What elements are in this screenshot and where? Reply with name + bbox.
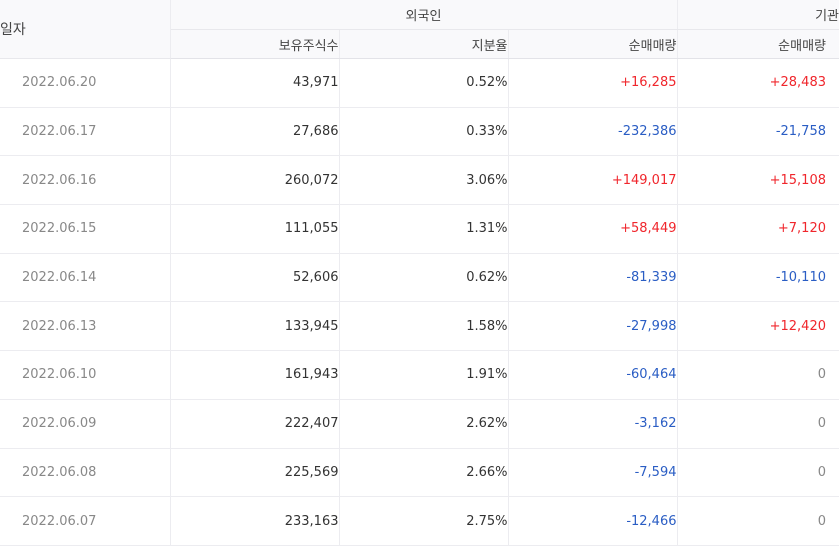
holdings-cell: 225,569 <box>170 448 340 498</box>
foreign-net-cell: -3,162 <box>508 399 678 449</box>
holdings-cell: 233,163 <box>170 496 340 546</box>
ratio-cell: 1.91% <box>339 350 509 400</box>
ratio-cell: 0.52% <box>339 58 509 108</box>
date-cell: 2022.06.09 <box>0 399 171 449</box>
institution-net-cell: 0 <box>677 496 839 546</box>
table-row: 2022.06.09 222,407 2.62% -3,162 0 <box>0 399 839 449</box>
holdings-cell: 43,971 <box>170 58 340 108</box>
date-cell: 2022.06.16 <box>0 155 171 206</box>
table-row: 2022.06.10 161,943 1.91% -60,464 0 <box>0 350 839 400</box>
investor-trading-table: 일자 외국인 기관 보유주식수 지분율 순매매량 순매매량 2022.06.20… <box>0 0 839 546</box>
institution-net-cell: +28,483 <box>677 58 839 108</box>
ratio-cell: 2.62% <box>339 399 509 449</box>
institution-net-cell: +7,120 <box>677 204 839 254</box>
foreign-net-cell: -232,386 <box>508 107 678 157</box>
ratio-cell: 0.33% <box>339 107 509 157</box>
date-column-header: 일자 <box>0 0 171 59</box>
table-body: 2022.06.20 43,971 0.52% +16,285 +28,483 2022.… <box>0 58 839 546</box>
table-row: 2022.06.07 233,163 2.75% -12,466 0 <box>0 496 839 546</box>
ratio-column-header: 지분율 <box>339 29 509 59</box>
foreign-net-cell: -81,339 <box>508 253 678 303</box>
holdings-cell: 52,606 <box>170 253 340 303</box>
table-row: 2022.06.17 27,686 0.33% -232,386 -21,758 <box>0 107 839 157</box>
institution-net-cell: +12,420 <box>677 301 839 352</box>
holdings-column-header: 보유주식수 <box>170 29 340 59</box>
holdings-cell: 133,945 <box>170 301 340 352</box>
date-cell: 2022.06.15 <box>0 204 171 254</box>
ratio-cell: 2.75% <box>339 496 509 546</box>
foreign-net-cell: -12,466 <box>508 496 678 546</box>
foreign-net-cell: +16,285 <box>508 58 678 108</box>
institution-net-cell: -21,758 <box>677 107 839 157</box>
foreign-net-column-header: 순매매량 <box>508 29 678 59</box>
foreign-group-header: 외국인 <box>170 0 678 30</box>
ratio-cell: 1.31% <box>339 204 509 254</box>
table-row: 2022.06.08 225,569 2.66% -7,594 0 <box>0 448 839 498</box>
table-row: 2022.06.16 260,072 3.06% +149,017 +15,108 <box>0 155 839 206</box>
foreign-net-cell: -7,594 <box>508 448 678 498</box>
date-cell: 2022.06.13 <box>0 301 171 352</box>
foreign-net-cell: -60,464 <box>508 350 678 400</box>
table-row: 2022.06.15 111,055 1.31% +58,449 +7,120 <box>0 204 839 254</box>
date-cell: 2022.06.07 <box>0 496 171 546</box>
date-cell: 2022.06.14 <box>0 253 171 303</box>
table-row: 2022.06.20 43,971 0.52% +16,285 +28,483 <box>0 58 839 108</box>
ratio-cell: 3.06% <box>339 155 509 206</box>
ratio-cell: 2.66% <box>339 448 509 498</box>
institution-net-cell: 0 <box>677 448 839 498</box>
holdings-cell: 161,943 <box>170 350 340 400</box>
institution-net-cell: -10,110 <box>677 253 839 303</box>
holdings-cell: 260,072 <box>170 155 340 206</box>
holdings-cell: 222,407 <box>170 399 340 449</box>
holdings-cell: 111,055 <box>170 204 340 254</box>
institution-net-cell: +15,108 <box>677 155 839 206</box>
date-cell: 2022.06.17 <box>0 107 171 157</box>
holdings-cell: 27,686 <box>170 107 340 157</box>
ratio-cell: 0.62% <box>339 253 509 303</box>
header-group-row: 일자 외국인 기관 <box>0 0 839 59</box>
date-cell: 2022.06.10 <box>0 350 171 400</box>
date-cell: 2022.06.20 <box>0 58 171 108</box>
institution-net-cell: 0 <box>677 350 839 400</box>
foreign-net-cell: -27,998 <box>508 301 678 352</box>
institution-net-cell: 0 <box>677 399 839 449</box>
table-row: 2022.06.14 52,606 0.62% -81,339 -10,110 <box>0 253 839 303</box>
date-cell: 2022.06.08 <box>0 448 171 498</box>
foreign-net-cell: +149,017 <box>508 155 678 206</box>
table-row: 2022.06.13 133,945 1.58% -27,998 +12,420 <box>0 301 839 352</box>
table-header: 일자 외국인 기관 보유주식수 지분율 순매매량 순매매량 <box>0 0 839 59</box>
foreign-net-cell: +58,449 <box>508 204 678 254</box>
ratio-cell: 1.58% <box>339 301 509 352</box>
institution-group-header: 기관 <box>677 0 839 30</box>
institution-net-column-header: 순매매량 <box>677 29 839 59</box>
